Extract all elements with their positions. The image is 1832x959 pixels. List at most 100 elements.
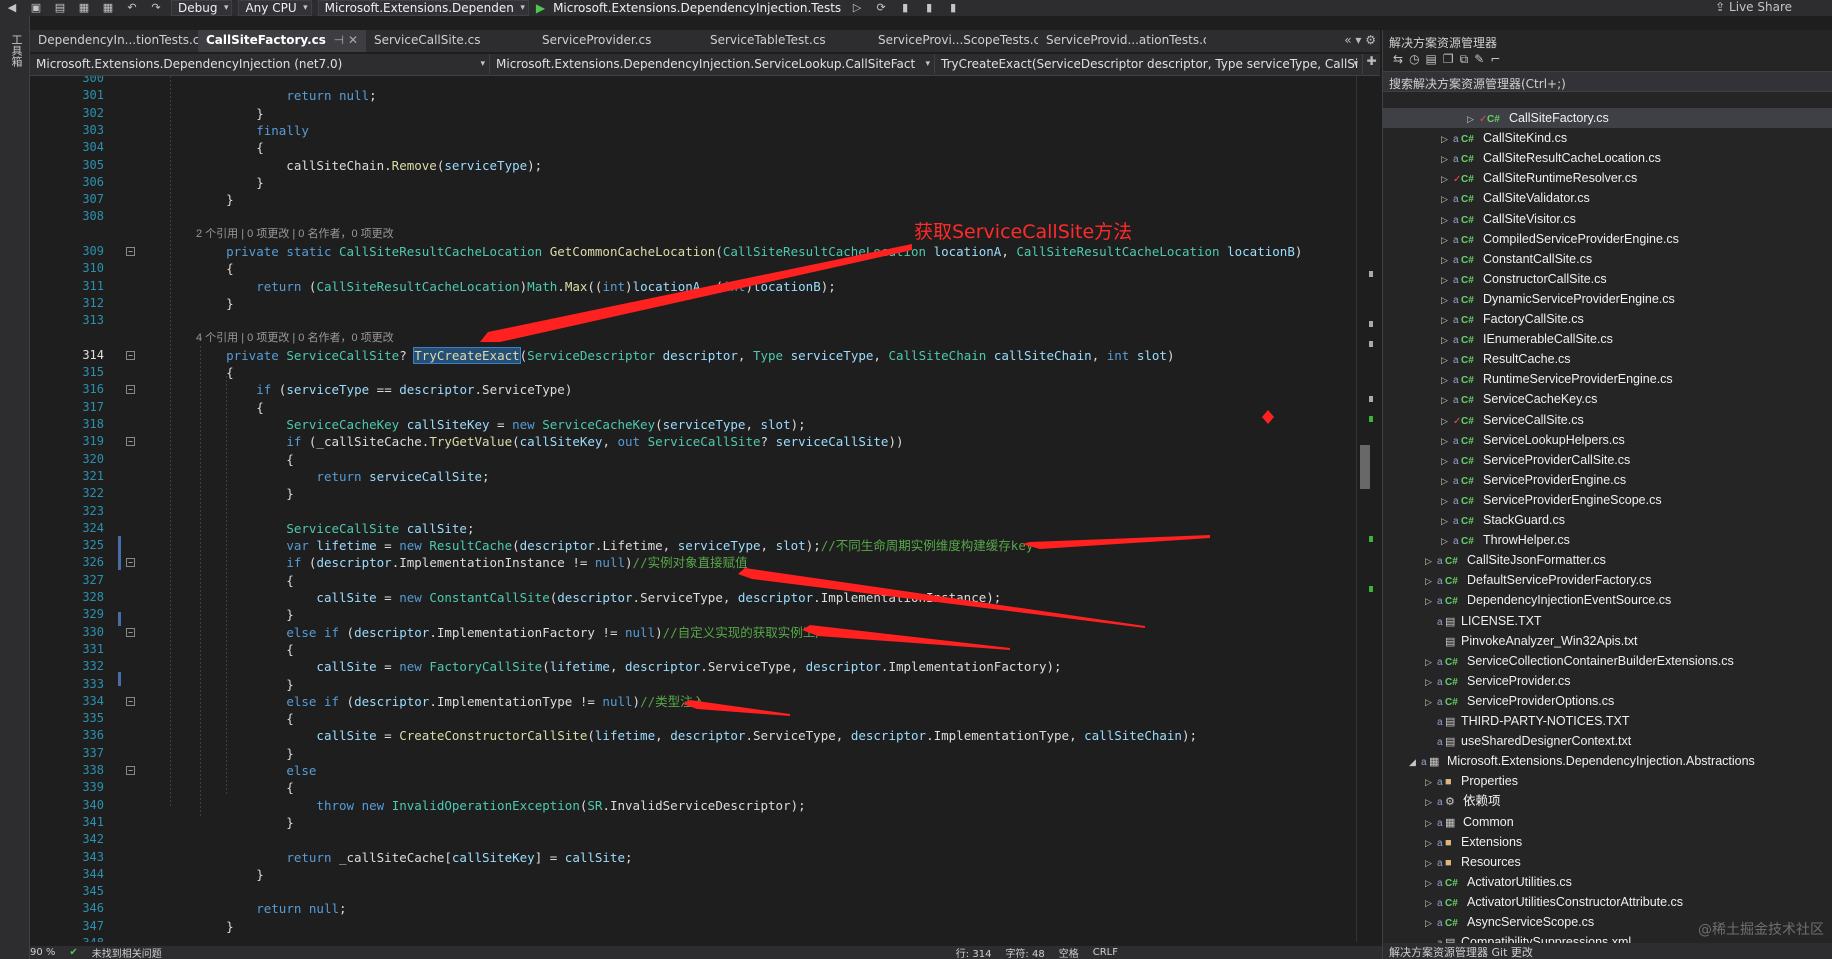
code-line[interactable]: 344 } xyxy=(30,866,1360,883)
tab-1[interactable]: CallSiteFactory.cs ⊣ ✕ xyxy=(198,30,366,52)
codelens-info[interactable]: 4 个引用 | 0 项更改 | 0 名作者，0 项更改 xyxy=(196,330,394,347)
startup-project-select[interactable]: Microsoft.Extensions.Dependen xyxy=(317,0,529,16)
expand-arrow-icon[interactable]: ▷ xyxy=(1425,813,1437,833)
solution-explorer-search[interactable]: 搜索解决方案资源管理器(Ctrl+;) xyxy=(1383,72,1832,92)
code-line[interactable]: 308 xyxy=(30,208,1360,225)
panel-tabs[interactable]: 解决方案资源管理器 Git 更改 xyxy=(1383,943,1832,959)
expand-arrow-icon[interactable]: ▷ xyxy=(1425,772,1437,792)
expand-arrow-icon[interactable]: ▷ xyxy=(1441,390,1453,410)
whitespace-mode[interactable]: 空格 xyxy=(1059,945,1079,959)
copy-icon[interactable]: ❐ xyxy=(1443,52,1460,66)
code-line[interactable]: 334 − else if (descriptor.ImplementationT… xyxy=(30,693,1360,710)
tree-item-serviceprovideroptions-cs[interactable]: ▷ a C# ServiceProviderOptions.cs xyxy=(1425,691,1614,711)
configuration-select[interactable]: Debug xyxy=(171,0,233,16)
split-icon[interactable]: ✚ xyxy=(1363,54,1380,75)
project-dropdown[interactable]: Microsoft.Extensions.DependencyInjection… xyxy=(30,54,490,74)
code-line[interactable]: 320 { xyxy=(30,451,1360,468)
code-line[interactable]: 342 xyxy=(30,831,1360,848)
code-line[interactable]: 303 finally xyxy=(30,122,1360,139)
preview-icon[interactable]: ⌐ xyxy=(1490,52,1506,66)
collapse-arrow-icon[interactable]: ◢ xyxy=(1409,752,1421,772)
code-line[interactable]: 302 } xyxy=(30,105,1360,122)
tree-item-serviceproviderengine-cs[interactable]: ▷ a C# ServiceProviderEngine.cs xyxy=(1441,470,1626,490)
fold-toggle-icon[interactable]: − xyxy=(126,696,135,706)
expand-arrow-icon[interactable]: ▷ xyxy=(1425,551,1437,571)
expand-arrow-icon[interactable]: ▷ xyxy=(1425,672,1437,692)
tree-item-activatorutilitiesconstructorattribute-cs[interactable]: ▷ a C# ActivatorUtilitiesConstructorAttribu… xyxy=(1425,892,1683,912)
tree-item-runtimeserviceproviderengine-cs[interactable]: ▷ a C# RuntimeServiceProviderEngine.cs xyxy=(1441,369,1673,389)
expand-arrow-icon[interactable]: ▷ xyxy=(1441,230,1453,250)
tree-item-dependencyinjectioneventsource-cs[interactable]: ▷ a C# DependencyInjectionEventSource.cs xyxy=(1425,590,1671,610)
tree-item-callsitevisitor-cs[interactable]: ▷ a C# CallSiteVisitor.cs xyxy=(1441,209,1576,229)
code-line[interactable]: 314 − private ServiceCallSite? TryCreateE… xyxy=(30,346,1360,364)
expand-arrow-icon[interactable]: ▷ xyxy=(1441,310,1453,330)
code-line[interactable]: 332 callSite = new FactoryCallSite(lifet… xyxy=(30,658,1360,675)
platform-select[interactable]: Any CPU xyxy=(238,0,312,16)
code-line[interactable]: 333 } xyxy=(30,676,1360,693)
tree-item-factorycallsite-cs[interactable]: ▷ a C# FactoryCallSite.cs xyxy=(1441,309,1584,329)
tab-6[interactable]: ServiceProvid...ationTests.cs xyxy=(1038,30,1206,52)
expand-arrow-icon[interactable]: ▷ xyxy=(1467,109,1479,129)
run-icon[interactable]: ▶ xyxy=(536,1,545,15)
tree-item-callsitejsonformatter-cs[interactable]: ▷ a C# CallSiteJsonFormatter.cs xyxy=(1425,550,1606,570)
tree-item-stackguard-cs[interactable]: ▷ a C# StackGuard.cs xyxy=(1441,510,1565,530)
code-line[interactable]: 337 } xyxy=(30,745,1360,762)
expand-arrow-icon[interactable]: ▷ xyxy=(1425,652,1437,672)
tree-item-servicecachekey-cs[interactable]: ▷ a C# ServiceCacheKey.cs xyxy=(1441,389,1597,409)
expand-arrow-icon[interactable]: ▷ xyxy=(1441,370,1453,390)
tab-5[interactable]: ServiceProvi...ScopeTests.cs xyxy=(870,30,1038,52)
filter-icon[interactable]: ⧉ xyxy=(1460,52,1475,66)
tree-item-common[interactable]: ▷ a ▦ Common xyxy=(1425,812,1514,832)
tree-item-callsitevalidator-cs[interactable]: ▷ a C# CallSiteValidator.cs xyxy=(1441,188,1590,208)
code-line[interactable]: 319 − if (_callSiteCache.TryGetValue(call… xyxy=(30,433,1360,450)
line-indicator[interactable]: 行: 314 xyxy=(956,945,992,959)
code-line[interactable]: 4 个引用 | 0 项更改 | 0 名作者，0 项更改 xyxy=(30,330,1360,347)
code-line[interactable]: 325 var lifetime = new ResultCache(descr… xyxy=(30,537,1360,554)
tree-item-dynamicserviceproviderengine-cs[interactable]: ▷ a C# DynamicServiceProviderEngine.cs xyxy=(1441,289,1675,309)
scrollbar-thumb[interactable] xyxy=(1360,445,1370,489)
code-line[interactable]: 341 } xyxy=(30,814,1360,831)
expand-arrow-icon[interactable]: ▷ xyxy=(1425,913,1437,933)
fold-toggle-icon[interactable]: − xyxy=(126,247,135,256)
tree-item-resources[interactable]: ▷ a ■ Resources xyxy=(1425,852,1521,872)
bookmark-prev-icon[interactable]: ▮ xyxy=(920,1,938,15)
code-line[interactable]: 315 { xyxy=(30,364,1360,381)
expand-arrow-icon[interactable]: ▷ xyxy=(1441,471,1453,491)
tree-item-throwhelper-cs[interactable]: ▷ a C# ThrowHelper.cs xyxy=(1441,530,1570,550)
expand-arrow-icon[interactable]: ▷ xyxy=(1441,511,1453,531)
code-line[interactable]: 304 { xyxy=(30,139,1360,156)
expand-arrow-icon[interactable]: ▷ xyxy=(1441,250,1453,270)
bookmark-icon[interactable]: ▮ xyxy=(896,1,914,15)
code-line[interactable]: 311 return (CallSiteResultCacheLocation)… xyxy=(30,278,1360,295)
expand-arrow-icon[interactable]: ▷ xyxy=(1425,692,1437,712)
tab-0[interactable]: DependencyIn...tionTests.cs xyxy=(30,30,198,52)
expand-arrow-icon[interactable]: ▷ xyxy=(1425,873,1437,893)
tree-item-asyncservicescope-cs[interactable]: ▷ a C# AsyncServiceScope.cs xyxy=(1425,912,1594,932)
expand-arrow-icon[interactable]: ▷ xyxy=(1425,833,1437,853)
issues-status[interactable]: 未找到相关问题 xyxy=(92,945,162,959)
open-folder-icon[interactable]: ▤ xyxy=(51,1,69,15)
tree-item-extensions[interactable]: ▷ a ■ Extensions xyxy=(1425,832,1522,852)
redo-icon[interactable]: ↷ xyxy=(147,1,165,15)
tab-close-icon[interactable]: ⊣ ✕ xyxy=(334,33,358,49)
run-without-debug-icon[interactable]: ▷ xyxy=(848,1,866,15)
tree-item-serviceprovider-cs[interactable]: ▷ a C# ServiceProvider.cs xyxy=(1425,671,1571,691)
expand-arrow-icon[interactable]: ▷ xyxy=(1441,210,1453,230)
code-line[interactable]: 321 return serviceCallSite; xyxy=(30,468,1360,485)
expand-arrow-icon[interactable]: ▷ xyxy=(1425,792,1437,812)
tree-item-callsiteruntimeresolver-cs[interactable]: ▷ ✓C# CallSiteRuntimeResolver.cs xyxy=(1441,168,1637,188)
tab-overflow-icon[interactable]: « ▾ ⚙ xyxy=(1344,33,1376,47)
tree-item-constructorcallsite-cs[interactable]: ▷ a C# ConstructorCallSite.cs xyxy=(1441,269,1607,289)
code-line[interactable]: 326 − if (descriptor.ImplementationInstan… xyxy=(30,554,1360,571)
tab-4[interactable]: ServiceTableTest.cs xyxy=(702,30,870,52)
expand-arrow-icon[interactable]: ▷ xyxy=(1441,149,1453,169)
code-line[interactable]: 345 xyxy=(30,883,1360,900)
expand-arrow-icon[interactable]: ▷ xyxy=(1425,893,1437,913)
code-line[interactable]: 316 − if (serviceType == descriptor.Servi… xyxy=(30,381,1360,398)
code-line[interactable]: 331 { xyxy=(30,641,1360,658)
back-icon[interactable]: ◀ xyxy=(3,1,21,15)
bookmark-next-icon[interactable]: ▮ xyxy=(944,1,962,15)
code-line[interactable]: 317 { xyxy=(30,399,1360,416)
code-line[interactable]: 330 − else if (descriptor.ImplementationF… xyxy=(30,624,1360,641)
history-icon[interactable]: ◷ xyxy=(1409,52,1425,66)
